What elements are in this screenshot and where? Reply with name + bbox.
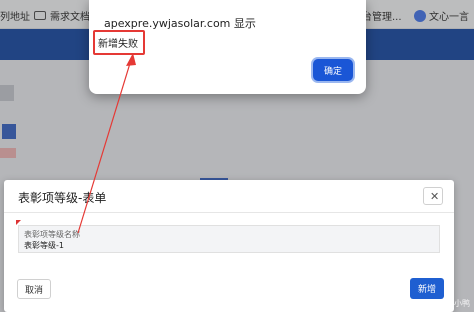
dialog-divider <box>4 212 454 213</box>
watermark: CSDN @王小小鸭 <box>404 299 470 308</box>
field-label: 表彰项等级名称 <box>24 230 80 239</box>
cancel-button[interactable]: 取消 <box>17 279 51 299</box>
add-button[interactable]: 新增 <box>410 278 444 299</box>
dialog-title: 表彰项等级-表单 <box>18 191 107 205</box>
ok-button[interactable]: 确定 <box>313 59 353 81</box>
level-name-field[interactable]: 表彰项等级名称 表彰等级-1 <box>18 225 440 253</box>
field-value[interactable]: 表彰等级-1 <box>24 240 64 251</box>
form-dialog: 表彰项等级-表单 ✕ 表彰项等级名称 表彰等级-1 取消 新增 <box>4 180 454 312</box>
alert-message: 新增失败 <box>93 30 145 55</box>
alert-host: apexpre.ywjasolar.com 显示 <box>104 17 256 30</box>
close-button[interactable]: ✕ <box>423 187 443 205</box>
browser-alert: apexpre.ywjasolar.com 显示 新增失败 确定 <box>89 0 366 94</box>
